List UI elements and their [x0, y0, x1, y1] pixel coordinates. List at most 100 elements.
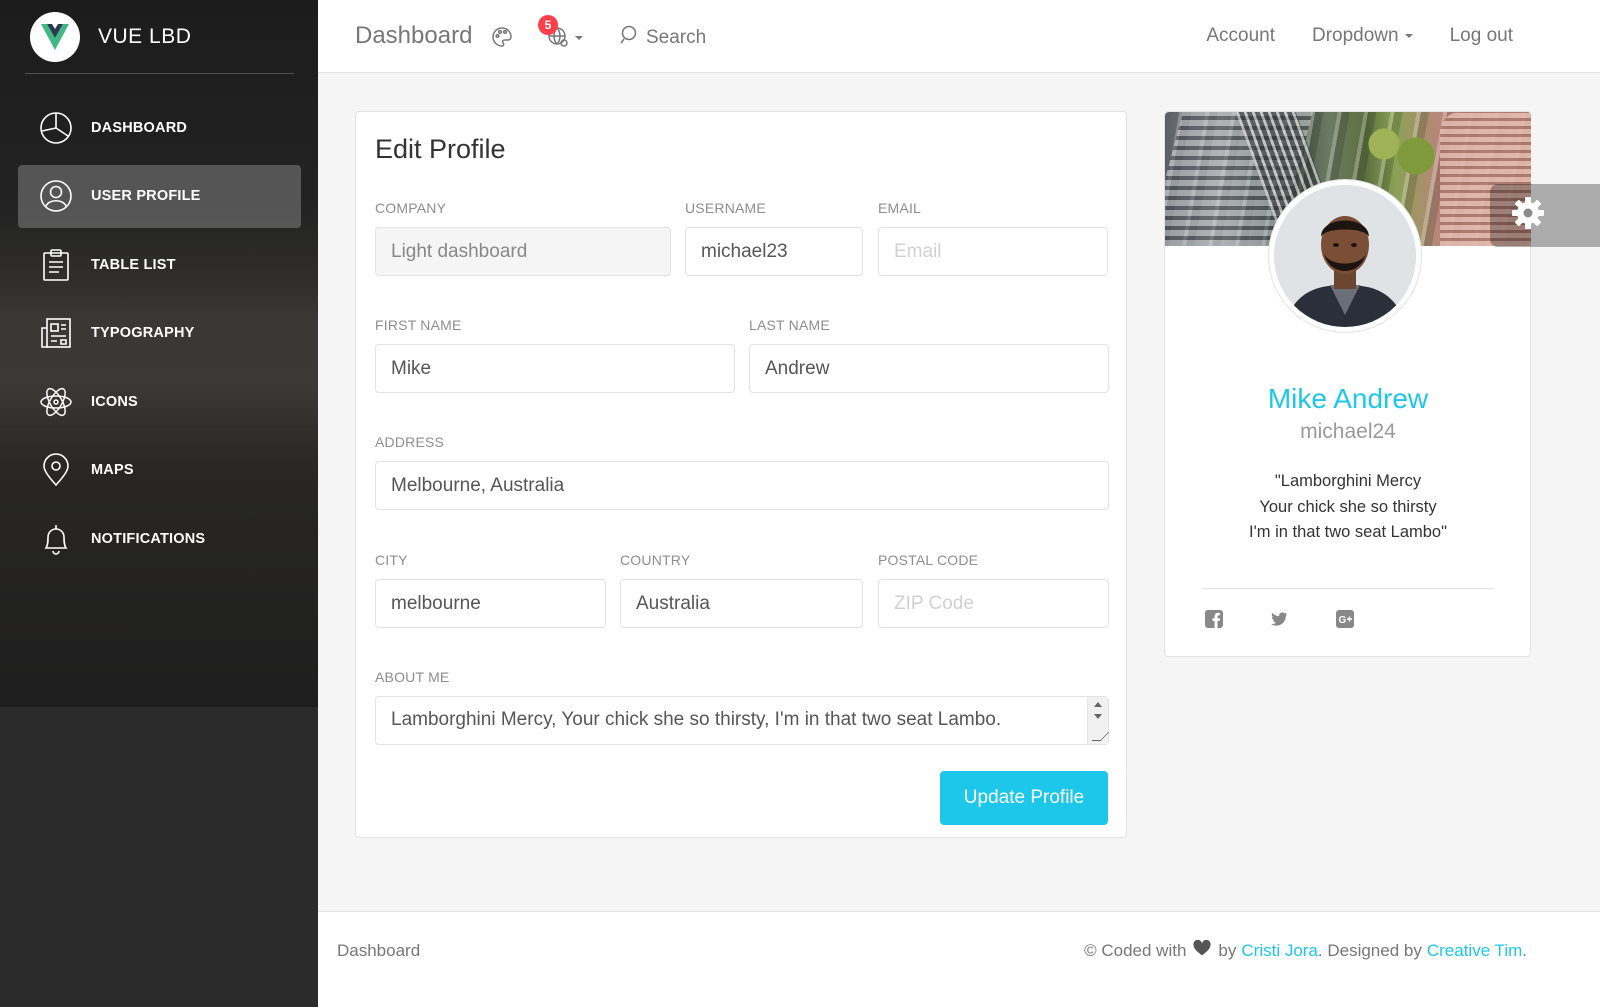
- country-input[interactable]: [620, 579, 863, 628]
- username-input[interactable]: [685, 227, 863, 276]
- notification-badge: 5: [538, 15, 558, 35]
- user-name[interactable]: Mike Andrew: [1165, 383, 1531, 415]
- sidebar-item-table-list[interactable]: TABLE LIST: [18, 233, 301, 296]
- footer-coded-text: © Coded with: [1084, 940, 1187, 960]
- email-field-group: EMAIL: [878, 200, 1108, 276]
- edit-profile-card: Edit Profile COMPANY USERNAME EMAIL FIRS…: [355, 111, 1127, 838]
- sidebar-item-label: ICONS: [91, 393, 138, 410]
- address-label: ADDRESS: [375, 434, 445, 450]
- google-plus-icon[interactable]: G: [1336, 610, 1354, 628]
- user-handle: michael24: [1300, 420, 1396, 443]
- sidebar-item-label: MAPS: [91, 462, 134, 478]
- username-field-group: USERNAME: [685, 200, 863, 276]
- company-field-group: COMPANY: [375, 200, 671, 276]
- quote-line: Your chick she so thirsty: [1259, 497, 1437, 516]
- footer-designed-text: . Designed by: [1317, 940, 1422, 960]
- account-link[interactable]: Account: [1206, 25, 1275, 47]
- postal-code-label: POSTAL CODE: [878, 552, 979, 568]
- quote-line: "Lamborghini Mercy: [1274, 472, 1422, 490]
- author-link[interactable]: Cristi Jora: [1241, 941, 1318, 961]
- textarea-scrollbar[interactable]: [1087, 697, 1110, 744]
- atom-icon: [38, 384, 74, 420]
- footer-dashboard-link[interactable]: Dashboard: [337, 941, 420, 961]
- dropdown-label: Dropdown: [1311, 25, 1399, 46]
- avatar[interactable]: [1269, 180, 1421, 332]
- city-label: CITY: [375, 552, 408, 568]
- about-field-group: ABOUT ME Lamborghini Mercy, Your chick s…: [375, 669, 1110, 745]
- search-icon: [620, 25, 640, 50]
- about-textarea[interactable]: Lamborghini Mercy, Your chick she so thi…: [376, 697, 1108, 744]
- chevron-down-icon: [575, 36, 583, 40]
- user-card: Mike Andrew michael24 "Lamborghini Mercy…: [1164, 111, 1531, 657]
- heart-icon: [1193, 939, 1211, 961]
- username-label: USERNAME: [685, 200, 766, 216]
- logout-link[interactable]: Log out: [1450, 25, 1513, 47]
- user-circle-icon: [38, 178, 74, 214]
- cover-trees: [1360, 120, 1440, 180]
- navbar-right: Account Dropdown Log out: [1169, 25, 1513, 47]
- footer-end: .: [1522, 940, 1527, 960]
- sidebar-item-maps[interactable]: MAPS: [18, 439, 301, 502]
- top-navbar: Dashboard 5 Search Account Dropdown Log …: [318, 0, 1600, 73]
- sidebar-item-typography[interactable]: TYPOGRAPHY: [18, 302, 301, 365]
- first-name-label: FIRST NAME: [375, 317, 462, 333]
- email-input[interactable]: [878, 227, 1108, 276]
- sidebar-item-icons[interactable]: ICONS: [18, 370, 301, 433]
- clipboard-icon: [38, 247, 74, 283]
- first-name-input[interactable]: [375, 344, 735, 393]
- pie-chart-icon: [38, 110, 74, 146]
- dropdown-toggle[interactable]: Dropdown: [1312, 25, 1413, 47]
- search-label: Search: [646, 26, 707, 48]
- postal-code-input[interactable]: [878, 579, 1109, 628]
- sidebar: VUE LBD DASHBOARD USER PROFILE TABLE LIS…: [0, 0, 318, 1007]
- designer-link[interactable]: Creative Tim: [1427, 941, 1522, 961]
- sidebar-item-label: TABLE LIST: [91, 256, 176, 273]
- card-title: Edit Profile: [375, 134, 506, 164]
- logo-text: VUE LBD: [98, 25, 192, 48]
- svg-text:G: G: [1339, 615, 1347, 626]
- sidebar-logo[interactable]: VUE LBD: [30, 12, 191, 62]
- sidebar-nav: DASHBOARD USER PROFILE TABLE LIST TYPOGR…: [18, 96, 301, 576]
- about-textarea-wrapper: Lamborghini Mercy, Your chick she so thi…: [375, 696, 1110, 745]
- city-input[interactable]: [375, 579, 606, 628]
- sidebar-divider: [25, 73, 294, 74]
- company-label: COMPANY: [375, 200, 447, 216]
- quote-line: I'm in that two seat Lambo": [1249, 523, 1447, 541]
- search-link[interactable]: Search: [620, 25, 706, 50]
- last-name-label: LAST NAME: [749, 317, 830, 333]
- twitter-icon[interactable]: [1270, 610, 1288, 628]
- sidebar-item-dashboard[interactable]: DASHBOARD: [18, 96, 301, 159]
- update-profile-button[interactable]: Update Profile: [940, 771, 1108, 825]
- palette-icon[interactable]: [491, 26, 513, 53]
- navbar-brand[interactable]: Dashboard: [355, 22, 472, 50]
- footer-by-text: by: [1218, 940, 1237, 960]
- scroll-up-icon[interactable]: [1094, 702, 1102, 707]
- settings-toggle[interactable]: [1490, 184, 1600, 247]
- gear-icon: [1510, 195, 1546, 236]
- footer: Dashboard © Coded with by Cristi Jora . …: [318, 911, 1600, 1007]
- scroll-down-icon[interactable]: [1094, 714, 1102, 719]
- news-icon: [38, 315, 74, 351]
- first-name-field-group: FIRST NAME: [375, 317, 735, 393]
- email-label: EMAIL: [878, 200, 922, 216]
- last-name-input[interactable]: [749, 344, 1109, 393]
- user-card-divider: [1202, 588, 1494, 589]
- sidebar-item-user-profile[interactable]: USER PROFILE: [18, 164, 301, 228]
- sidebar-item-label: USER PROFILE: [91, 188, 201, 204]
- address-field-group: ADDRESS: [375, 434, 1109, 510]
- company-input[interactable]: [375, 227, 671, 276]
- footer-copyright: © Coded with by Cristi Jora . Designed b…: [1084, 939, 1527, 961]
- sidebar-item-notifications[interactable]: NOTIFICATIONS: [18, 507, 301, 570]
- address-input[interactable]: [375, 461, 1109, 510]
- resize-handle-icon[interactable]: [1091, 732, 1110, 741]
- postal-code-field-group: POSTAL CODE: [878, 552, 1109, 628]
- country-label: COUNTRY: [620, 552, 691, 568]
- city-field-group: CITY: [375, 552, 606, 628]
- facebook-icon[interactable]: [1205, 610, 1223, 628]
- user-quote: "Lamborghini Mercy Your chick she so thi…: [1165, 469, 1531, 546]
- sidebar-item-label: NOTIFICATIONS: [91, 530, 206, 547]
- about-label: ABOUT ME: [375, 669, 450, 685]
- bell-icon: [38, 521, 74, 557]
- chevron-down-icon: [1404, 34, 1413, 38]
- vue-logo-icon: [30, 12, 80, 62]
